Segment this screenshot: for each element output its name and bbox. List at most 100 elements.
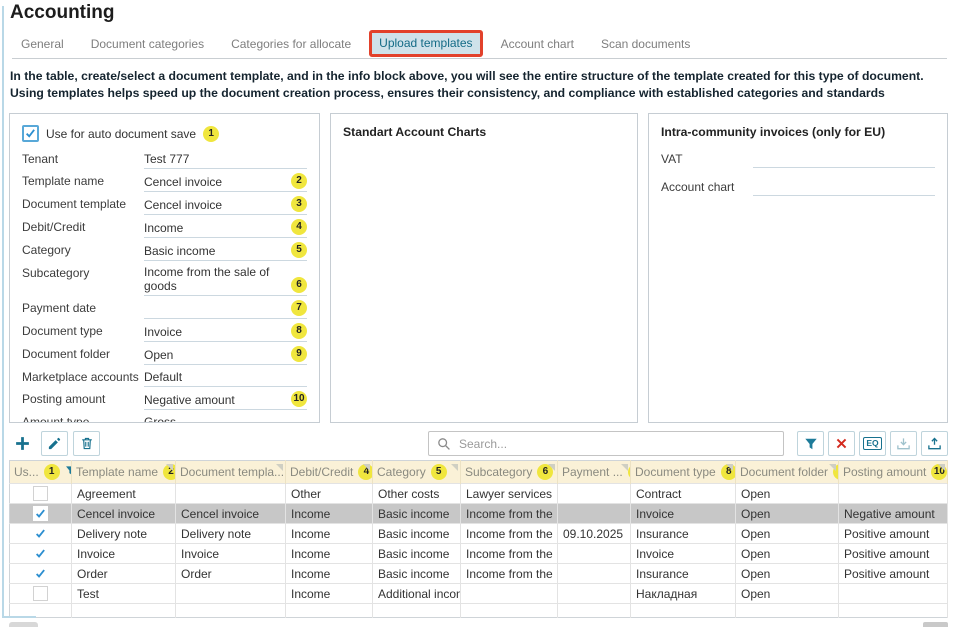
column-label: Document folder (740, 465, 828, 479)
cell-debit_credit: Income (286, 564, 373, 584)
sort-indicator-icon[interactable] (363, 464, 370, 471)
use-checkbox-checked[interactable] (33, 506, 48, 521)
template-fields: TenantTest 777Template nameCencel invoic… (22, 151, 307, 423)
tab-document-categories[interactable]: Document categories (82, 31, 213, 58)
empty-cell (839, 604, 948, 618)
edit-template-button[interactable] (41, 431, 68, 456)
export-button[interactable] (921, 431, 948, 456)
column-header-debit-credit[interactable]: Debit/Credit4 (286, 461, 373, 484)
empty-cell (631, 604, 736, 618)
cell-document_type: Insurance (631, 564, 736, 584)
sort-indicator-icon[interactable] (451, 464, 458, 471)
page-size-50[interactable]: 50 (9, 622, 38, 627)
use-for-auto-save-row[interactable]: Use for auto document save 1 (22, 125, 307, 142)
table-row-delivery-note[interactable]: Delivery noteDelivery noteIncomeBasic in… (10, 524, 948, 544)
use-for-auto-save-checkbox[interactable] (22, 125, 39, 142)
field-value-posting-amount[interactable]: Negative amount10 (144, 391, 307, 410)
tab-categories-for-allocate[interactable]: Categories for allocate (222, 31, 360, 58)
use-checkbox-cell[interactable] (10, 504, 72, 524)
search-box (428, 431, 784, 456)
import-button[interactable] (890, 431, 917, 456)
column-header-subcategory[interactable]: Subcategory6 (461, 461, 558, 484)
field-value-tenant[interactable]: Test 777 (144, 151, 307, 169)
cell-template_name: Cencel invoice (72, 504, 176, 524)
filter-builder-button[interactable]: EQ (859, 431, 886, 456)
column-filter-icon[interactable] (65, 465, 72, 479)
use-checkbox-cell[interactable] (10, 524, 72, 544)
tab-general[interactable]: General (12, 31, 73, 58)
cell-payment (558, 504, 631, 524)
column-header-document-templa[interactable]: Document templa...3 (176, 461, 286, 484)
field-value-document-type[interactable]: Invoice8 (144, 323, 307, 342)
column-header-us[interactable]: Us...1 (10, 461, 72, 484)
page-size-200[interactable]: 200 (88, 622, 124, 627)
field-value-debit-credit[interactable]: Income4 (144, 219, 307, 238)
hint-badge-6: 6 (291, 277, 307, 293)
hint-badge-1: 1 (44, 464, 60, 480)
tab-upload-templates[interactable]: Upload templates (369, 30, 482, 57)
table-row-agreement[interactable]: AgreementOtherOther costsLawyer services… (10, 484, 948, 504)
cell-category: Additional income (373, 584, 461, 604)
eu-field-value-vat[interactable] (753, 152, 935, 168)
column-header-category[interactable]: Category5 (373, 461, 461, 484)
cell-document_folder: Open (736, 584, 839, 604)
column-header-payment[interactable]: Payment ...7 (558, 461, 631, 484)
tab-scan-documents[interactable]: Scan documents (592, 31, 699, 58)
cell-document_template: Order (176, 564, 286, 584)
use-checkbox-unchecked[interactable] (33, 586, 48, 601)
use-checkbox-cell[interactable] (10, 584, 72, 604)
use-checkbox-checked[interactable] (33, 526, 48, 541)
cell-document_folder: Open (736, 484, 839, 504)
field-row-document-template: Document templateCencel invoice3 (22, 196, 307, 215)
add-template-button[interactable] (9, 431, 36, 456)
sort-indicator-icon[interactable] (829, 464, 836, 471)
column-header-posting-amount[interactable]: Posting amount10 (839, 461, 948, 484)
cell-document_template: Delivery note (176, 524, 286, 544)
field-value-category[interactable]: Basic income5 (144, 242, 307, 261)
field-value-document-folder[interactable]: Open9 (144, 346, 307, 365)
sort-indicator-icon[interactable] (166, 464, 173, 471)
field-label: Marketplace accounts (22, 369, 144, 387)
delete-template-button[interactable] (73, 431, 100, 456)
search-input[interactable] (457, 436, 775, 452)
column-header-template-name[interactable]: Template name2 (72, 461, 176, 484)
field-value-payment-date[interactable]: 7 (144, 300, 307, 319)
table-row-test[interactable]: TestIncomeAdditional incomeНакладнаяOpen (10, 584, 948, 604)
use-checkbox-cell[interactable] (10, 484, 72, 504)
use-checkbox-unchecked[interactable] (33, 486, 48, 501)
use-checkbox-cell[interactable] (10, 544, 72, 564)
use-checkbox-checked[interactable] (33, 566, 48, 581)
use-checkbox-cell[interactable] (10, 564, 72, 584)
sort-indicator-icon[interactable] (726, 464, 733, 471)
table-row-order[interactable]: OrderOrderIncomeBasic incomeIncome from … (10, 564, 948, 584)
export-tray-icon (927, 436, 942, 451)
field-value-document-template[interactable]: Cencel invoice3 (144, 196, 307, 215)
checkmark-icon (35, 568, 46, 579)
pencil-icon (47, 436, 62, 451)
column-header-document-folder[interactable]: Document folder9 (736, 461, 839, 484)
filter-builder-eq-icon: EQ (863, 437, 881, 450)
sort-indicator-icon[interactable] (938, 464, 945, 471)
column-header-document-type[interactable]: Document type8 (631, 461, 736, 484)
field-value-subcategory[interactable]: Income from the sale of goods6 (144, 265, 307, 296)
sort-indicator-icon[interactable] (276, 464, 283, 471)
filter-icon-group: EQ (797, 431, 948, 456)
table-row-invoice[interactable]: InvoiceInvoiceIncomeBasic incomeIncome f… (10, 544, 948, 564)
sort-indicator-icon[interactable] (548, 464, 555, 471)
use-checkbox-checked[interactable] (33, 546, 48, 561)
tab-account-chart[interactable]: Account chart (492, 31, 583, 58)
empty-cell (736, 604, 839, 618)
page-button-1[interactable]: 1 (923, 622, 948, 627)
clear-filter-button[interactable] (828, 431, 855, 456)
field-value-template-name[interactable]: Cencel invoice2 (144, 173, 307, 192)
page-size-100[interactable]: 100 (45, 622, 81, 627)
eu-field-value-account-chart[interactable] (753, 180, 935, 196)
cell-posting_amount (839, 584, 948, 604)
field-value-amount-type[interactable]: Gross (144, 414, 307, 423)
table-row-cencel-invoice[interactable]: Cencel invoiceCencel invoiceIncomeBasic … (10, 504, 948, 524)
sort-indicator-icon[interactable] (621, 464, 628, 471)
empty-cell (72, 604, 176, 618)
field-value-marketplace-accounts[interactable]: Default (144, 369, 307, 387)
field-label: Subcategory (22, 265, 144, 296)
apply-filter-button[interactable] (797, 431, 824, 456)
